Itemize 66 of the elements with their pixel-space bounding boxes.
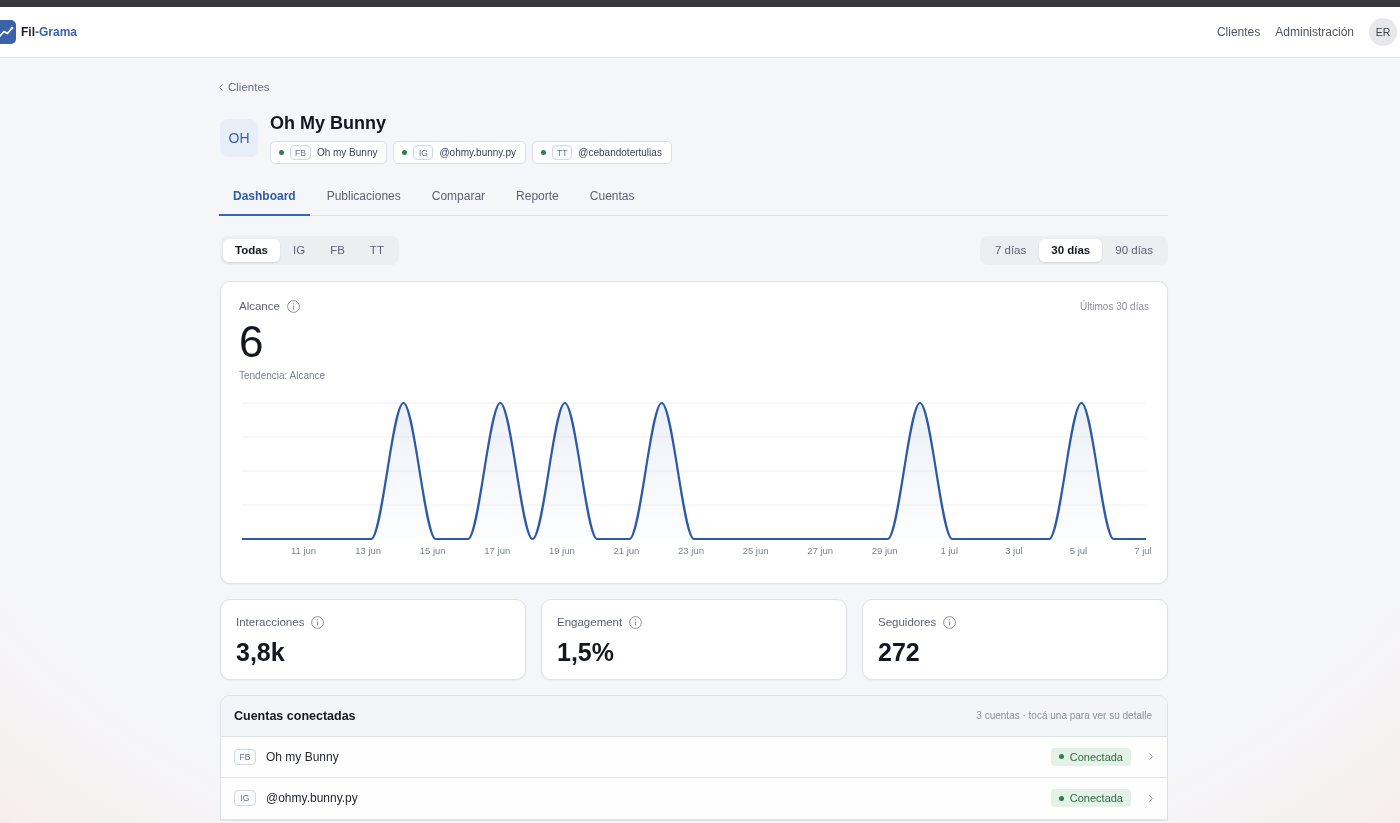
status-dot-icon — [1058, 754, 1064, 760]
platform-tag: IG — [234, 790, 256, 807]
brand-name: Fil-Grama — [21, 25, 78, 39]
stat-label: Interacciones — [236, 616, 305, 628]
x-axis-label: 21 jun — [613, 544, 640, 556]
x-axis-label: 7 jul — [1134, 544, 1152, 556]
info-icon — [629, 615, 643, 629]
panel-title: Cuentas conectadas — [234, 708, 356, 723]
x-axis-label: 27 jun — [807, 544, 834, 556]
info-icon — [311, 615, 325, 629]
platform-tag: FB — [234, 748, 256, 765]
period-option[interactable]: 30 días — [1039, 238, 1103, 262]
x-axis-label: 11 jun — [291, 544, 317, 556]
stat-value: 3,8k — [236, 637, 286, 666]
nav-link[interactable]: Clientes — [1216, 25, 1261, 39]
x-axis-label: 13 jun — [355, 544, 382, 556]
status-text: Conectada — [1069, 750, 1123, 763]
x-axis-label: 17 jun — [484, 544, 511, 556]
account-name: Oh my Bunny — [266, 749, 339, 764]
stat-label: Seguidores — [878, 616, 937, 628]
chevron-left-icon — [219, 83, 223, 91]
filter-option[interactable]: TT — [357, 238, 396, 262]
x-axis-label: 3 jul — [1005, 544, 1023, 556]
account-name: @ohmy.bunny.py — [439, 147, 516, 158]
x-axis-label: 15 jun — [419, 544, 446, 556]
info-icon — [943, 615, 957, 629]
client-avatar: OH — [220, 119, 258, 157]
metric-label: Alcance — [239, 300, 280, 312]
nav-tab[interactable]: Publicaciones — [312, 178, 415, 216]
x-axis-label: 1 jul — [940, 544, 958, 556]
account-name: Oh my Bunny — [316, 147, 378, 158]
platform-tag: TT — [551, 145, 573, 160]
user-avatar[interactable]: ER — [1369, 18, 1397, 46]
info-icon — [286, 299, 300, 313]
filter-option[interactable]: Todas — [223, 238, 280, 262]
breadcrumb-link[interactable]: Clientes — [219, 80, 270, 94]
platform-tag: IG — [413, 145, 434, 160]
nav-tab[interactable]: Dashboard — [219, 178, 310, 216]
x-axis-label: 19 jun — [548, 544, 575, 556]
period-option[interactable]: 7 días — [982, 238, 1039, 262]
nav-tab[interactable]: Reporte — [502, 178, 573, 216]
chevron-right-icon — [1149, 753, 1153, 761]
platform-tag: FB — [290, 145, 311, 160]
x-axis-label: 23 jun — [678, 544, 704, 556]
chart-title: Tendencia: Alcance — [239, 369, 327, 381]
nav-tab[interactable]: Comparar — [417, 178, 500, 216]
account-name: @ohmy.bunny.py — [266, 791, 358, 806]
status-text: Conectada — [1069, 792, 1123, 805]
nav-tab[interactable]: Cuentas — [575, 178, 649, 216]
chevron-right-icon — [1149, 794, 1153, 802]
stat-label: Engagement — [557, 616, 623, 628]
period-option[interactable]: 90 días — [1103, 238, 1165, 262]
x-axis-label: 29 jun — [871, 544, 898, 556]
nav-link[interactable]: Administración — [1275, 25, 1354, 39]
account-name: @cebandotertulias — [578, 147, 662, 158]
panel-hint: 3 cuentas · tocá una para ver su detalle — [976, 710, 1152, 721]
filter-option[interactable]: IG — [281, 238, 318, 262]
metric-value: 6 — [239, 318, 265, 365]
filter-option[interactable]: FB — [318, 238, 357, 262]
stat-value: 1,5% — [557, 637, 615, 666]
x-axis-label: 25 jun — [742, 544, 769, 556]
x-axis-label: 5 jul — [1069, 544, 1088, 556]
client-name: Oh My Bunny — [270, 112, 386, 134]
status-dot-icon — [1058, 795, 1064, 801]
period-label: Últimos 30 días — [1080, 300, 1149, 312]
stat-value: 272 — [878, 637, 921, 666]
